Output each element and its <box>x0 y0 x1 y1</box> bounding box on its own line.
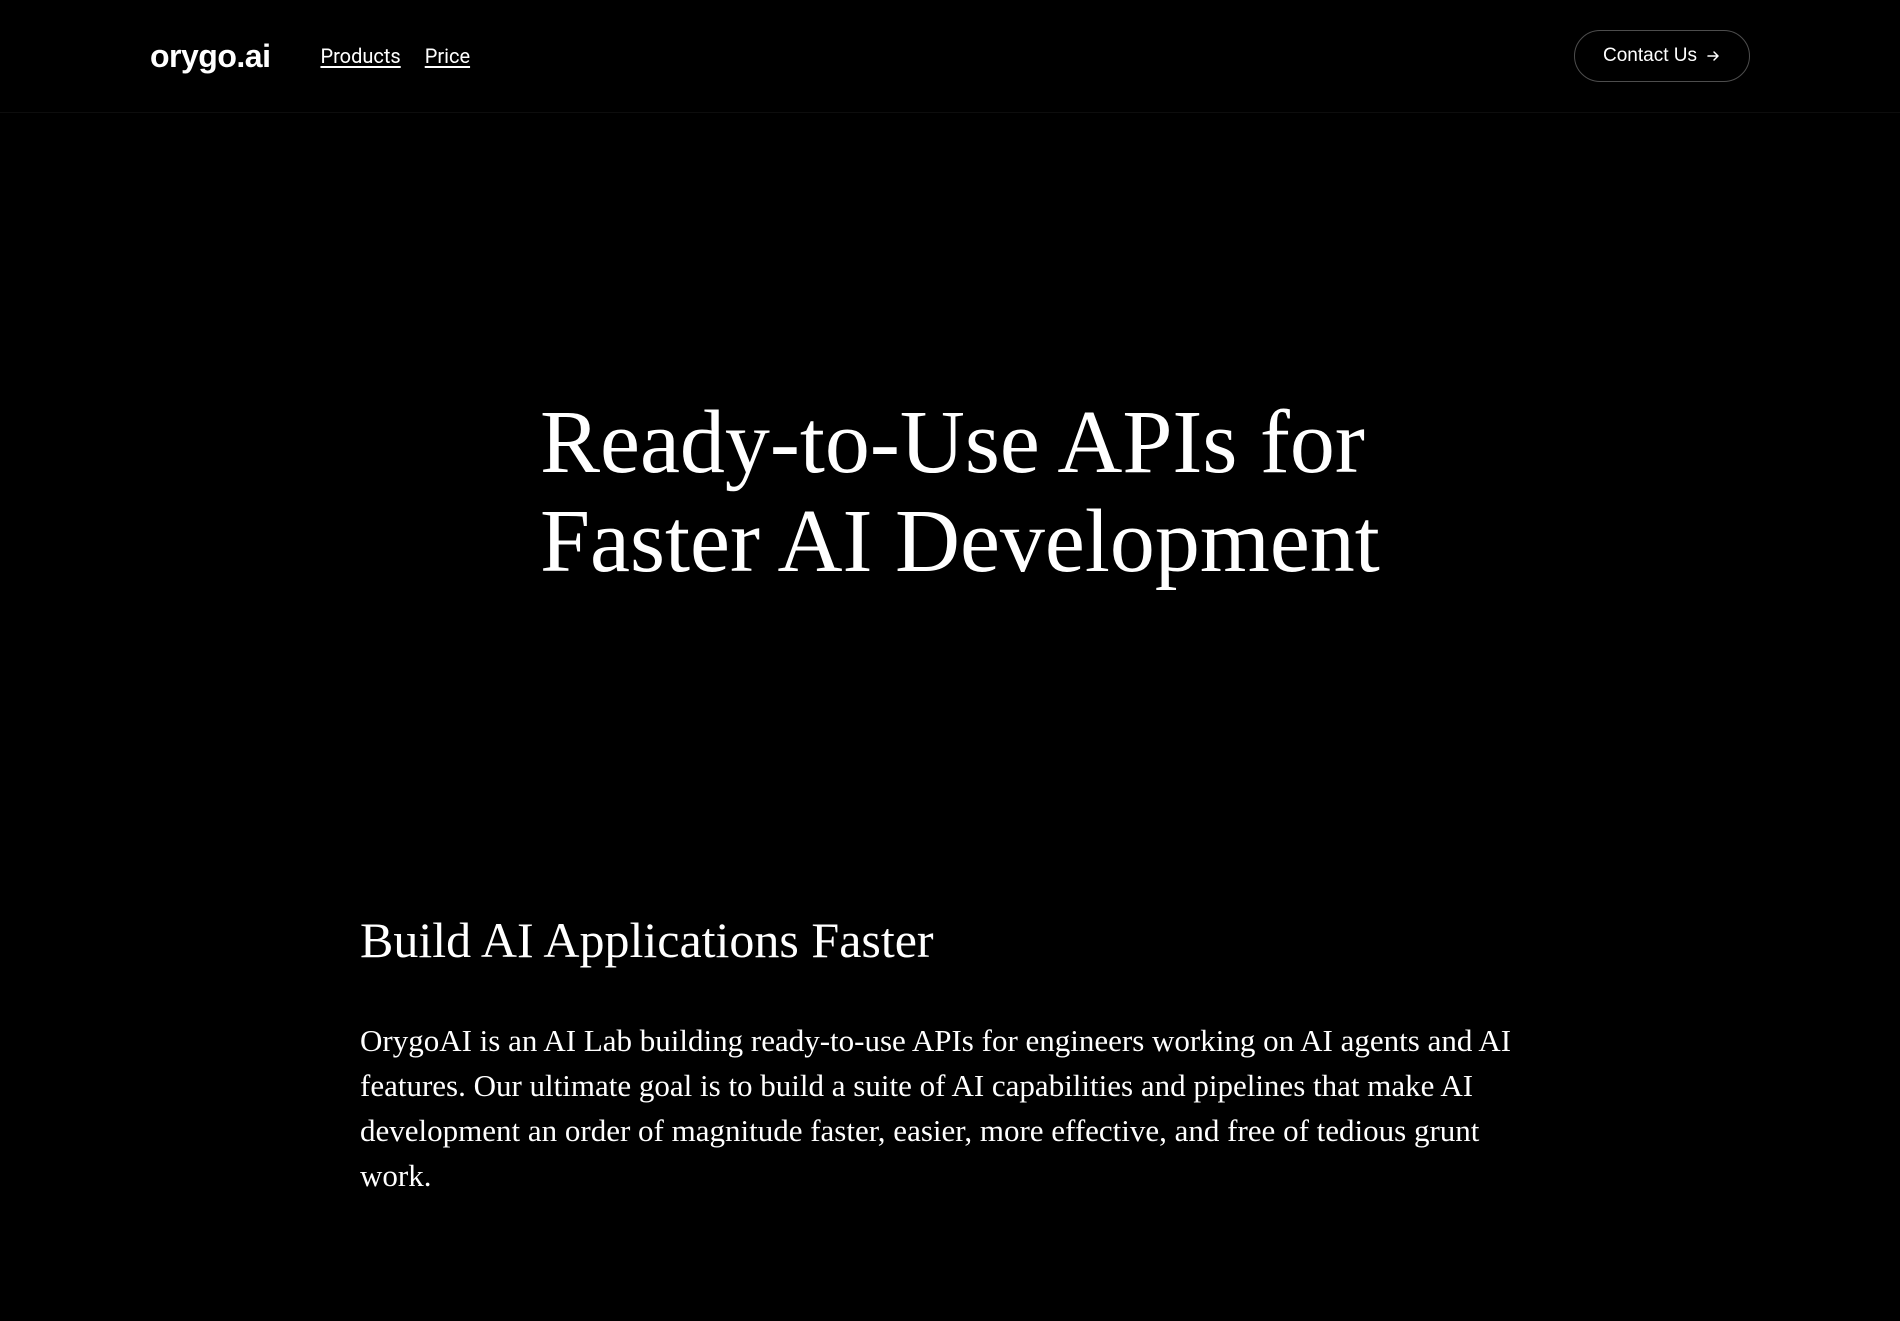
section-title: Build AI Applications Faster <box>360 911 1530 969</box>
nav-link-products[interactable]: Products <box>320 44 400 68</box>
header-left: orygo.ai Products Price <box>150 38 470 75</box>
nav-link-price[interactable]: Price <box>425 44 470 68</box>
site-header: orygo.ai Products Price Contact Us <box>0 0 1900 113</box>
contact-button-label: Contact Us <box>1603 45 1697 67</box>
nav-links: Products Price <box>320 44 470 68</box>
contact-button[interactable]: Contact Us <box>1574 30 1750 82</box>
hero-title: Ready-to-Use APIs for Faster AI Developm… <box>540 393 1440 591</box>
hero-section: Ready-to-Use APIs for Faster AI Developm… <box>0 113 1900 691</box>
content-section: Build AI Applications Faster OrygoAI is … <box>0 691 1680 1299</box>
logo[interactable]: orygo.ai <box>150 38 270 75</box>
logo-text: orygo.ai <box>150 38 270 75</box>
section-body: OrygoAI is an AI Lab building ready-to-u… <box>360 1019 1520 1199</box>
arrow-right-icon <box>1705 48 1721 64</box>
